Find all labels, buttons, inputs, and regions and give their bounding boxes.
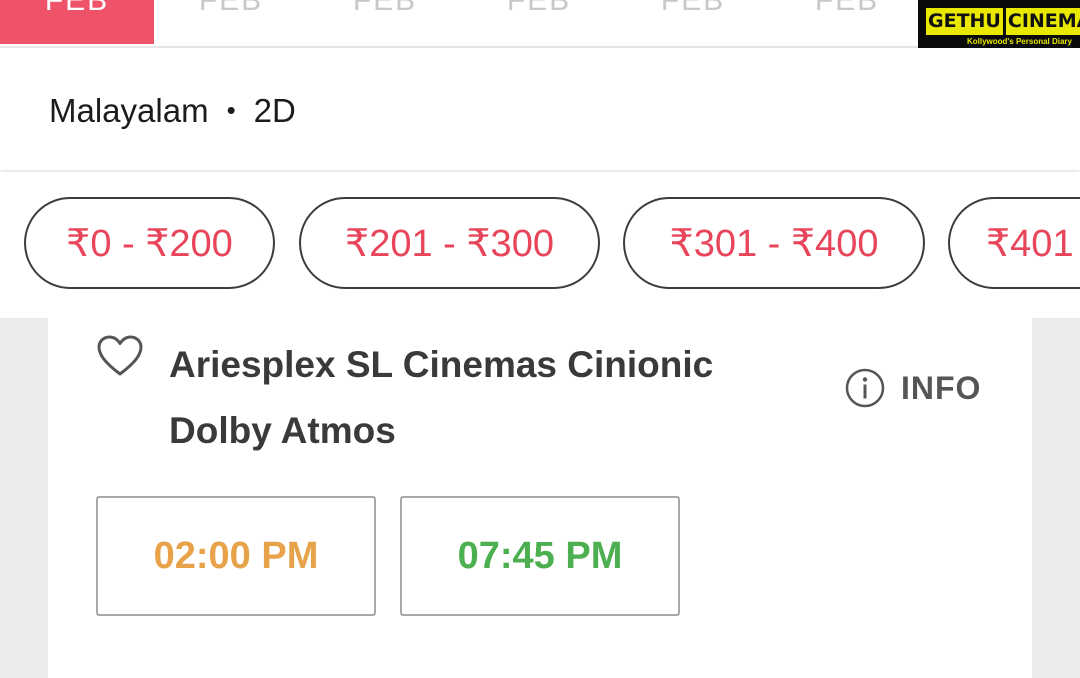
watermark-title: GETHU CINEMA [926, 8, 1080, 35]
watermark-name-part2: CINEMA [1003, 8, 1080, 35]
showtime-button[interactable]: 02:00 PM [96, 496, 376, 616]
date-tab-label: FEB [506, 0, 572, 17]
price-filter-label: ₹0 - ₹200 [66, 222, 233, 265]
date-tab-label: FEB [44, 0, 110, 17]
info-label: INFO [901, 369, 982, 406]
info-button[interactable]: INFO [845, 366, 981, 410]
showtime-button[interactable]: 07:45 PM [400, 496, 680, 616]
info-icon [845, 368, 885, 408]
date-tab-label: FEB [814, 0, 880, 17]
showtime-label: 07:45 PM [457, 534, 623, 577]
format-label: 2D [253, 92, 296, 129]
price-filter-bar: ₹0 - ₹200 ₹201 - ₹300 ₹301 - ₹400 ₹401 [0, 172, 1080, 318]
separator-dot: • [226, 95, 236, 125]
cinema-name-line1: Ariesplex SL Cinemas Cinionic [169, 344, 714, 385]
watermark-logo: GETHU CINEMA Kollywood's Personal Diary [918, 0, 1080, 53]
price-filter-label: ₹201 - ₹300 [345, 222, 554, 265]
date-tab-label: FEB [198, 0, 264, 17]
cinema-name-line2: Dolby Atmos [169, 410, 396, 451]
price-filter-chip[interactable]: ₹301 - ₹400 [623, 197, 925, 289]
cinema-name[interactable]: Ariesplex SL Cinemas Cinionic Dolby Atmo… [169, 332, 789, 464]
language-label: Malayalam [49, 92, 209, 129]
date-tab-3[interactable]: FEB [308, 0, 462, 44]
date-tab-5[interactable]: FEB [616, 0, 770, 44]
language-format-label: Malayalam • 2D [49, 92, 296, 130]
price-filter-chip[interactable]: ₹201 - ₹300 [299, 197, 600, 289]
price-filter-chip[interactable]: ₹401 [948, 197, 1080, 289]
cinema-card: Ariesplex SL Cinemas Cinionic Dolby Atmo… [48, 318, 1032, 678]
price-filter-label: ₹301 - ₹400 [669, 222, 879, 265]
watermark-name-part1: GETHU [926, 8, 1003, 35]
date-tab-label: FEB [660, 0, 726, 17]
date-tab-1[interactable]: FEB [0, 0, 154, 44]
price-filter-label: ₹401 [986, 222, 1074, 265]
date-tab-label: FEB [352, 0, 418, 17]
date-tab-2[interactable]: FEB [154, 0, 308, 44]
date-tab-6[interactable]: FEB [770, 0, 924, 44]
date-tab-4[interactable]: FEB [462, 0, 616, 44]
heart-icon[interactable] [96, 334, 144, 378]
price-filter-chip[interactable]: ₹0 - ₹200 [24, 197, 275, 289]
watermark-tagline: Kollywood's Personal Diary [966, 37, 1072, 46]
showtime-label: 02:00 PM [153, 534, 319, 577]
